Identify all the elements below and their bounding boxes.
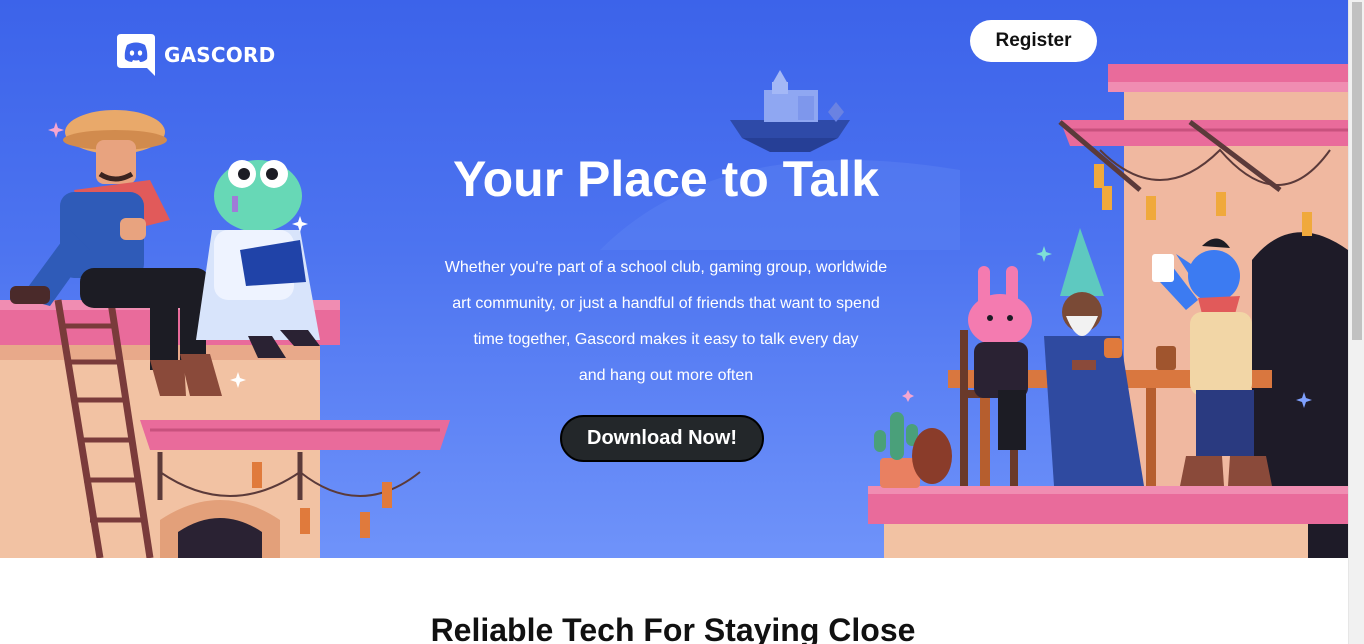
hero-title: Your Place to Talk <box>452 151 880 207</box>
hero-description-line: and hang out more often <box>578 367 754 384</box>
discord-logo-icon <box>117 34 155 76</box>
brand-logo[interactable]: GASCORD <box>117 34 275 76</box>
right-tavern-illustration <box>868 64 1348 558</box>
scrollbar-thumb[interactable] <box>1352 2 1362 340</box>
hero-description-line: art community, or just a handful of frie… <box>452 295 880 312</box>
download-button[interactable]: Download Now! <box>560 415 764 462</box>
register-button[interactable]: Register <box>970 20 1097 62</box>
page-scrollbar[interactable] <box>1348 0 1364 644</box>
hero-description: Whether you're part of a school club, ga… <box>416 250 916 394</box>
hero-description-line: time together, Gascord makes it easy to … <box>473 331 859 348</box>
brand-name: GASCORD <box>164 43 276 67</box>
features-section-title: Reliable Tech For Staying Close <box>430 612 916 644</box>
hero-description-line: Whether you're part of a school club, ga… <box>444 259 888 276</box>
page: GASCORD Register Your Place to Talk Whet… <box>0 0 1348 644</box>
hero-section: GASCORD Register Your Place to Talk Whet… <box>0 0 1348 558</box>
